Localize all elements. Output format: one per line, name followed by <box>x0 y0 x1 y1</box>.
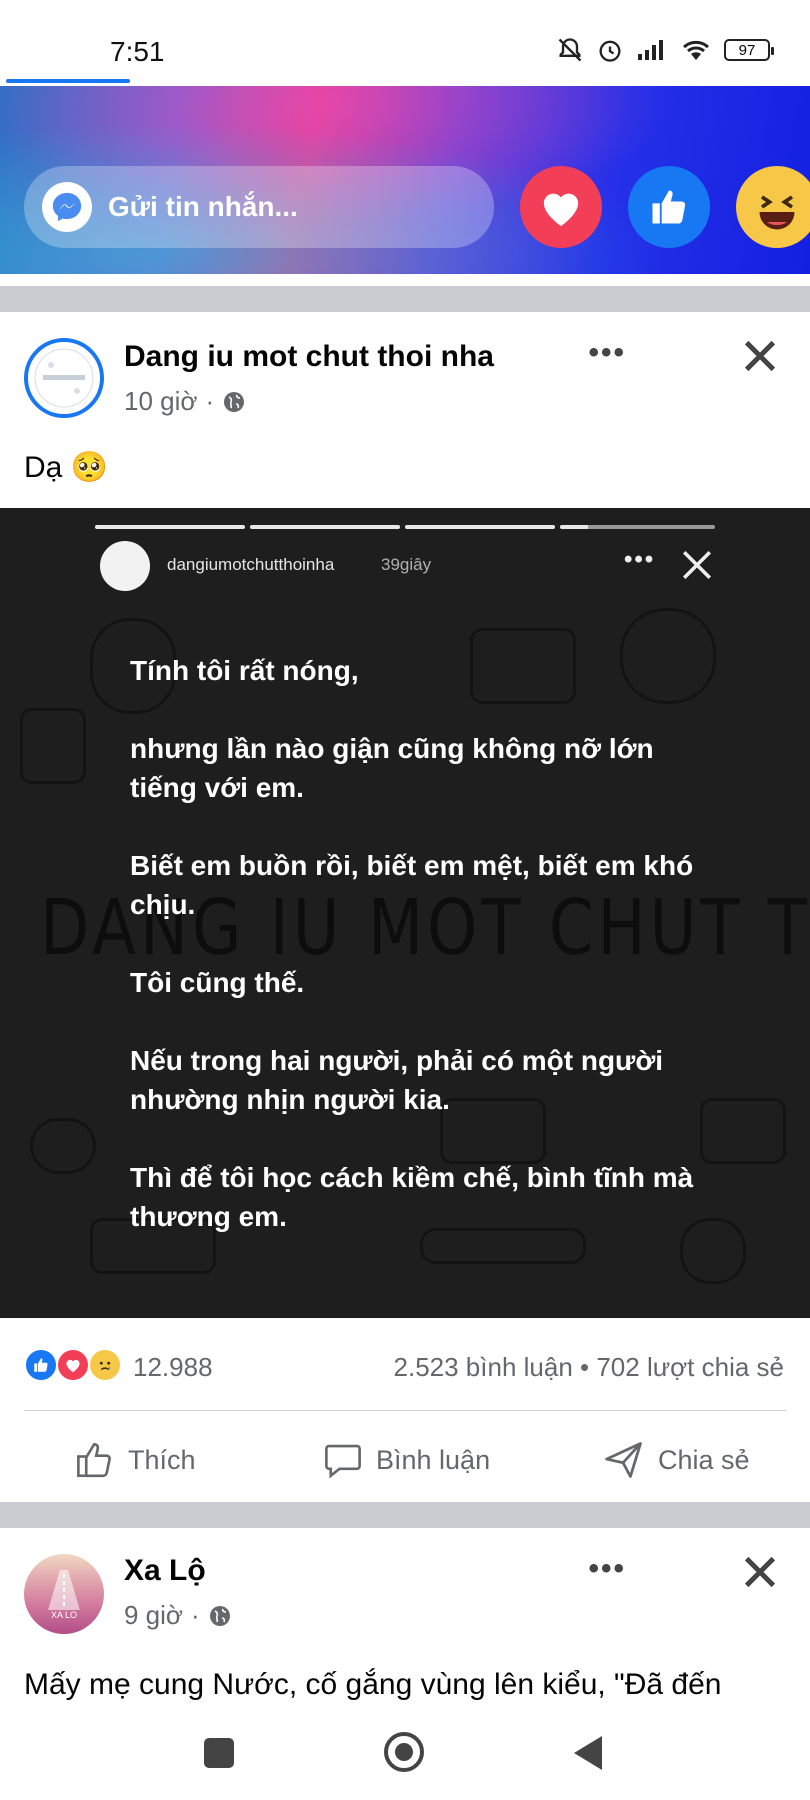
comment-bubble-icon <box>325 1444 361 1479</box>
doodle-decoration <box>30 1118 96 1174</box>
send-message-placeholder: Gửi tin nhắn... <box>108 191 298 222</box>
road-logo-icon: XA LO <box>48 1570 80 1620</box>
status-bar: 7:51 97 <box>0 0 810 86</box>
post-caption: Dạ 🥺 <box>24 451 109 484</box>
story-time: 39giây <box>381 555 432 574</box>
action-divider <box>24 1410 786 1411</box>
status-time: 7:51 <box>110 36 165 67</box>
share-button[interactable]: Chia sẻ <box>602 1430 750 1490</box>
recents-button[interactable] <box>204 1738 234 1768</box>
page-avatar[interactable]: XA LO <box>24 1554 104 1634</box>
story-progress-segment <box>405 525 555 529</box>
thumbs-up-icon <box>652 190 686 224</box>
status-icons: 97 <box>556 36 774 64</box>
like-reaction-button[interactable] <box>628 166 710 248</box>
post-more-button[interactable]: ••• <box>588 336 626 370</box>
post-image-story[interactable]: dangiumotchutthoinha 39giây ••• DANG IU … <box>0 508 810 1318</box>
story-text-line: Tính tôi rất nóng, <box>130 655 359 686</box>
comments-shares-count[interactable]: 2.523 bình luận • 702 lượt chia sẻ <box>394 1352 784 1383</box>
laughing-face-icon <box>759 195 795 230</box>
story-progress-segment-current <box>560 525 715 529</box>
haha-reaction-button[interactable] <box>736 166 810 248</box>
story-progress-segment <box>95 525 245 529</box>
tab-indicator <box>6 79 130 83</box>
comment-button[interactable]: Bình luận <box>322 1430 490 1490</box>
post-time[interactable]: 10 giờ <box>124 386 197 417</box>
doodle-decoration <box>20 708 86 784</box>
love-reaction-button[interactable] <box>520 166 602 248</box>
back-button[interactable] <box>574 1736 602 1770</box>
story-close-icon <box>682 550 712 580</box>
mute-bell-icon <box>558 38 582 62</box>
messenger-icon <box>42 182 92 232</box>
love-reaction-icon <box>56 1348 90 1382</box>
alarm-icon <box>599 40 621 62</box>
story-text-line: nhưng lần nào giận cũng không nỡ lớn tiế… <box>130 733 654 803</box>
meta-separator: · <box>205 386 215 416</box>
story-username: dangiumotchutthoinha <box>167 555 335 574</box>
share-arrow-icon <box>605 1442 642 1478</box>
like-reaction-icon <box>24 1348 58 1382</box>
message-banner: Gửi tin nhắn... <box>0 86 810 274</box>
globe-icon <box>209 1605 230 1626</box>
share-button-label: Chia sẻ <box>658 1444 750 1475</box>
post-author[interactable]: Dang iu mot chut thoi nha <box>124 340 494 374</box>
story-progress-segment <box>250 525 400 529</box>
reaction-count[interactable]: 12.988 <box>133 1352 213 1383</box>
story-text-line: Thì để tôi học cách kiềm chế, bình tĩnh … <box>130 1162 694 1232</box>
heart-icon <box>543 193 579 227</box>
story-more-icon: ••• <box>624 546 656 573</box>
like-button[interactable]: Thích <box>74 1430 196 1490</box>
meta-separator: · <box>190 1600 200 1630</box>
globe-icon <box>224 391 245 412</box>
post-author[interactable]: Xa Lộ <box>124 1554 206 1588</box>
hide-post-close-icon[interactable] <box>740 1552 780 1592</box>
feed-divider <box>0 1502 810 1528</box>
svg-text:XA LO: XA LO <box>51 1610 77 1620</box>
post-more-button[interactable]: ••• <box>588 1552 626 1586</box>
page-logo-icon <box>34 348 94 408</box>
feed-divider <box>0 286 810 312</box>
reactions-row[interactable]: 12.988 2.523 bình luận • 702 lượt chia s… <box>0 1340 810 1390</box>
post-meta: 9 giờ · <box>124 1600 232 1631</box>
post-meta: 10 giờ · <box>124 386 246 417</box>
send-message-input[interactable]: Gửi tin nhắn... <box>24 166 494 248</box>
signal-icon <box>638 40 663 60</box>
story-text-line: Nếu trong hai người, phải có một người n… <box>130 1045 664 1115</box>
system-nav-bar <box>0 1712 810 1800</box>
home-button[interactable] <box>384 1732 424 1772</box>
wifi-icon <box>683 40 709 60</box>
post-text: Mấy mẹ cung Nước, cố gắng vùng lên kiểu,… <box>24 1668 722 1701</box>
home-dot-icon <box>395 1743 413 1761</box>
story-text-line: Tôi cũng thế. <box>130 967 305 998</box>
story-text-line: Biết em buồn rồi, biết em mệt, biết em k… <box>130 850 694 920</box>
thumbs-up-icon <box>77 1442 111 1478</box>
sad-reaction-icon <box>88 1348 122 1382</box>
doodle-decoration <box>700 1098 786 1164</box>
post-time[interactable]: 9 giờ <box>124 1600 183 1631</box>
hide-post-close-icon[interactable] <box>740 336 780 376</box>
battery-icon: 97 <box>724 39 774 61</box>
like-button-label: Thích <box>128 1444 196 1475</box>
page-avatar[interactable] <box>24 338 104 418</box>
comment-button-label: Bình luận <box>376 1444 491 1475</box>
story-avatar <box>100 541 150 591</box>
